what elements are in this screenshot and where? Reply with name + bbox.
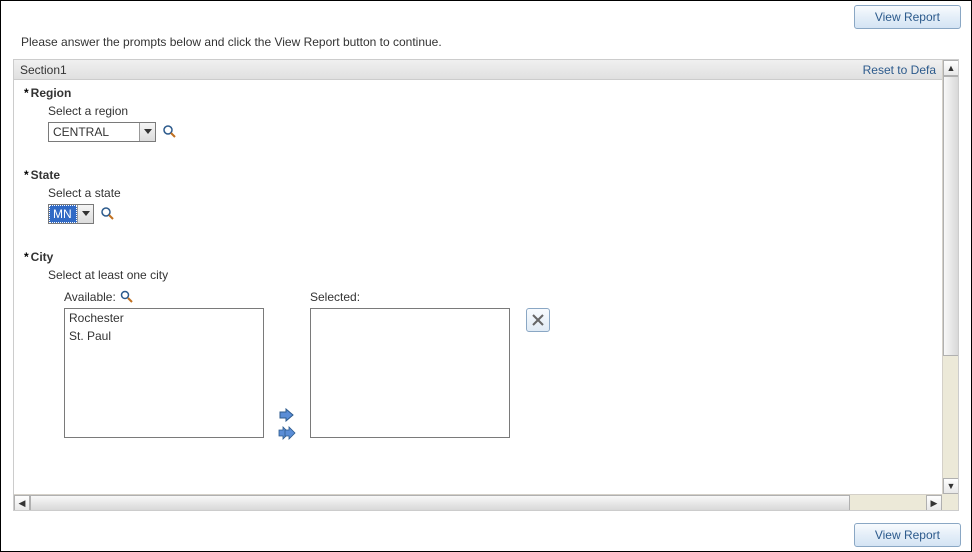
list-item[interactable]: St. Paul (65, 327, 263, 345)
horizontal-scrollbar[interactable]: ◀ ▶ (14, 494, 942, 510)
dropdown-arrow-icon (77, 205, 93, 223)
search-icon[interactable] (120, 290, 134, 304)
prompt-region: *Region Select a region CENTRAL (14, 80, 942, 162)
scroll-up-button[interactable]: ▲ (943, 60, 959, 76)
selected-listbox[interactable] (310, 308, 510, 438)
state-select-value: MN (49, 205, 77, 223)
city-label-text: City (31, 250, 54, 264)
horizontal-scroll-thumb[interactable] (30, 495, 850, 511)
prompt-state: *State Select a state MN (14, 162, 942, 244)
region-select[interactable]: CENTRAL (48, 122, 156, 142)
section-title: Section1 (20, 63, 67, 77)
move-right-icon[interactable] (278, 408, 296, 422)
prompt-city: *City Select at least one city Available… (14, 244, 942, 446)
close-icon (532, 314, 544, 326)
bottom-toolbar: View Report (854, 523, 961, 547)
city-sublabel: Select at least one city (24, 264, 932, 286)
scroll-down-button[interactable]: ▼ (943, 478, 959, 494)
vertical-scroll-thumb[interactable] (943, 76, 959, 356)
state-select[interactable]: MN (48, 204, 94, 224)
selected-column: Selected: (310, 290, 510, 438)
state-label: *State (24, 168, 932, 182)
vertical-scrollbar[interactable]: ▲ ▼ (942, 60, 958, 494)
view-report-button-bottom[interactable]: View Report (854, 523, 961, 547)
remove-button[interactable] (526, 308, 550, 332)
scroll-left-button[interactable]: ◀ (14, 495, 30, 511)
required-star: * (24, 168, 29, 182)
scrollbar-corner (942, 494, 958, 510)
available-label-text: Available: (64, 290, 116, 304)
state-sublabel: Select a state (24, 182, 932, 204)
city-label: *City (24, 250, 932, 264)
state-label-text: State (31, 168, 60, 182)
required-star: * (24, 86, 29, 100)
search-icon[interactable] (100, 206, 116, 222)
available-listbox[interactable]: RochesterSt. Paul (64, 308, 264, 438)
reset-to-default-link[interactable]: Reset to Defa (863, 63, 936, 77)
required-star: * (24, 250, 29, 264)
available-column: Available: RochesterSt. Paul (64, 290, 264, 438)
region-label: *Region (24, 86, 932, 100)
view-report-button-top[interactable]: View Report (854, 5, 961, 29)
list-item[interactable]: Rochester (65, 309, 263, 327)
region-select-value: CENTRAL (49, 123, 139, 141)
scroll-right-button[interactable]: ▶ (926, 495, 942, 511)
report-prompt-window: View Report Please answer the prompts be… (0, 0, 972, 552)
dropdown-arrow-icon (139, 123, 155, 141)
prompts-content: Section1 Reset to Defa *Region Select a … (14, 60, 942, 494)
region-label-text: Region (31, 86, 72, 100)
mover-buttons (274, 290, 300, 440)
available-label: Available: (64, 290, 264, 304)
selected-label-text: Selected: (310, 290, 360, 304)
move-all-right-icon[interactable] (278, 426, 296, 440)
search-icon[interactable] (162, 124, 178, 140)
selected-label: Selected: (310, 290, 510, 304)
section-header: Section1 Reset to Defa (14, 60, 942, 80)
instruction-text: Please answer the prompts below and clic… (1, 29, 971, 55)
prompts-scroll-area: Section1 Reset to Defa *Region Select a … (13, 59, 959, 511)
region-sublabel: Select a region (24, 100, 932, 122)
top-toolbar: View Report (1, 1, 971, 29)
